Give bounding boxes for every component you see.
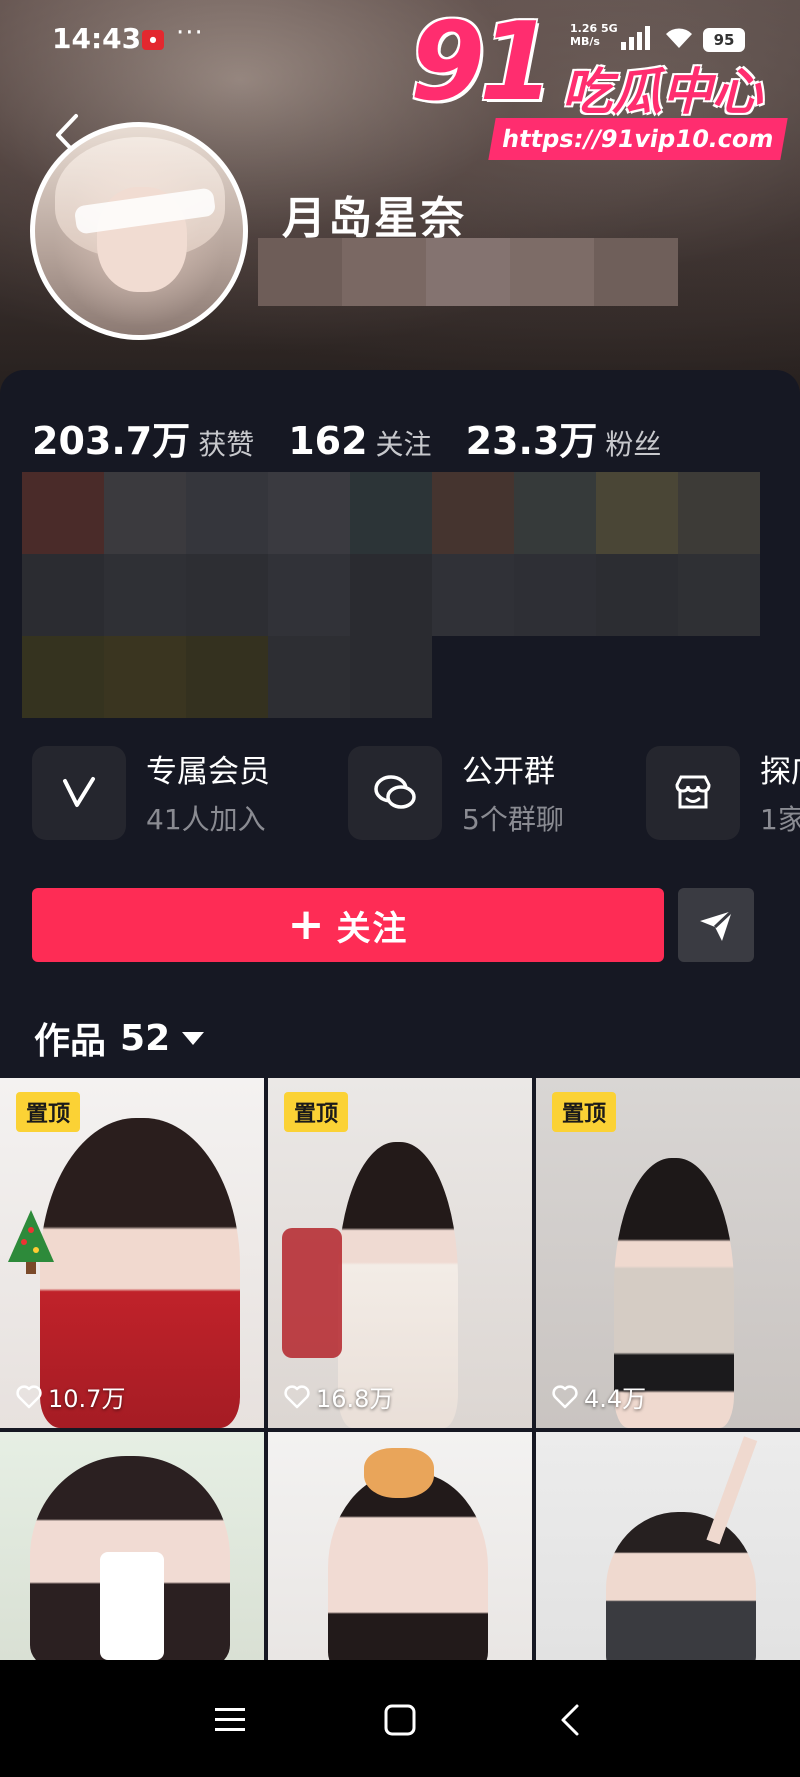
- followers-label[interactable]: 粉丝: [605, 423, 661, 463]
- back-button[interactable]: [540, 1690, 600, 1750]
- feature-shop-subtitle: 1家: [760, 803, 800, 836]
- watermark-url: https://91vip10.com: [488, 118, 788, 160]
- send-icon: [700, 909, 734, 941]
- notification-app-icon: ●: [142, 30, 164, 50]
- home-square-icon: [384, 1704, 416, 1736]
- recent-apps-button[interactable]: [200, 1690, 260, 1750]
- watermark-name: 吃瓜中心: [562, 63, 762, 121]
- video-thumbnail[interactable]: [268, 1432, 532, 1660]
- watermark-number: 91: [410, 0, 554, 125]
- vip-v-icon: [32, 746, 126, 840]
- feature-membership-subtitle: 41人加入: [146, 803, 266, 836]
- back-arrow-icon: [561, 1704, 579, 1736]
- follow-button[interactable]: + 关注: [32, 888, 664, 962]
- feature-group-title: 公开群: [462, 754, 555, 790]
- thumbnail-person: [606, 1512, 756, 1660]
- share-button[interactable]: [678, 888, 754, 962]
- shop-icon: [646, 746, 740, 840]
- video-grid: 置顶 10.7万 置顶 16.8万 置顶 4.4万: [0, 1078, 800, 1660]
- profile-name: 月岛星奈: [282, 193, 466, 244]
- likes-label: 获赞: [198, 428, 255, 461]
- video-likes: 16.8万: [284, 1379, 393, 1414]
- avatar[interactable]: [30, 122, 248, 340]
- likes-count: 203.7万: [32, 419, 191, 463]
- system-nav-bar: [0, 1660, 800, 1777]
- follow-label: 关注: [336, 908, 409, 949]
- heart-icon: [552, 1384, 578, 1408]
- feature-shortcuts: 专属会员 41人加入 公开群 5个群聊 探店 1家: [32, 744, 800, 844]
- video-thumbnail[interactable]: 置顶 16.8万: [268, 1078, 532, 1428]
- group-chat-icon: [348, 746, 442, 840]
- thumbnail-red-bag: [282, 1228, 342, 1358]
- video-thumbnail[interactable]: 置顶 10.7万: [0, 1078, 264, 1428]
- following-count[interactable]: 162: [288, 419, 367, 463]
- dropdown-arrow-icon: [182, 1031, 205, 1045]
- feature-shop-title: 探店: [760, 754, 800, 790]
- feature-group-subtitle: 5个群聊: [462, 803, 564, 836]
- pinned-badge: 置顶: [16, 1092, 81, 1132]
- feature-membership-title: 专属会员: [146, 754, 270, 790]
- video-thumbnail[interactable]: [0, 1432, 264, 1660]
- feature-public-group[interactable]: 公开群 5个群聊: [348, 744, 628, 844]
- heart-icon: [284, 1384, 310, 1408]
- thumbnail-cat: [364, 1448, 434, 1498]
- works-tab-label: 作品: [34, 1021, 107, 1062]
- profile-stats: 203.7万 获赞 162 关注 23.3万 粉丝: [32, 410, 695, 465]
- video-likes: 10.7万: [16, 1379, 125, 1414]
- works-count: 52: [120, 1017, 171, 1059]
- pinned-badge: 置顶: [552, 1092, 617, 1132]
- status-more-icon: ···: [176, 18, 204, 48]
- plus-icon: +: [287, 899, 327, 950]
- following-label[interactable]: 关注: [376, 423, 432, 463]
- watermark-logo: 91 吃瓜中心 https://91vip10.com: [410, 0, 790, 160]
- video-likes-count: 4.4万: [584, 1385, 647, 1413]
- video-likes-count: 16.8万: [316, 1385, 394, 1413]
- feature-shop-visit[interactable]: 探店 1家: [646, 744, 800, 844]
- video-likes-count: 10.7万: [48, 1385, 126, 1413]
- status-time: 14:43: [52, 22, 142, 55]
- christmas-tree-icon: [8, 1210, 54, 1274]
- censored-bio: [22, 472, 760, 718]
- works-tab[interactable]: 作品 52: [34, 1012, 205, 1064]
- thumbnail-person: [328, 1472, 488, 1660]
- menu-icon: [215, 1708, 245, 1731]
- censored-account-id: [258, 238, 678, 306]
- heart-icon: [16, 1384, 42, 1408]
- video-thumbnail[interactable]: [536, 1432, 800, 1660]
- thumbnail-cup: [100, 1552, 164, 1660]
- video-thumbnail[interactable]: 置顶 4.4万: [536, 1078, 800, 1428]
- video-likes: 4.4万: [552, 1379, 646, 1414]
- feature-membership[interactable]: 专属会员 41人加入: [32, 744, 332, 844]
- followers-count[interactable]: 23.3万: [466, 410, 598, 465]
- home-button[interactable]: [370, 1690, 430, 1750]
- pinned-badge: 置顶: [284, 1092, 349, 1132]
